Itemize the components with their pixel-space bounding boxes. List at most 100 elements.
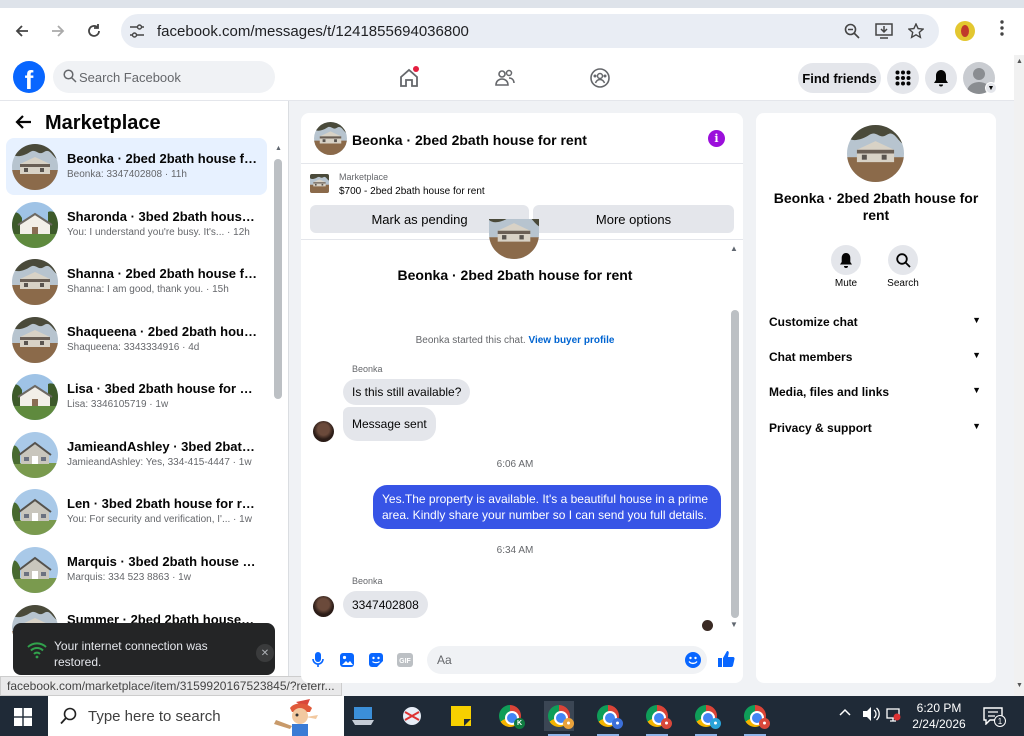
notification-count-badge: 1 — [994, 715, 1006, 727]
privacy-support-section[interactable]: Privacy & support ▼ — [769, 419, 983, 439]
contact-photo[interactable] — [847, 125, 904, 182]
scroll-up-icon[interactable]: ▲ — [730, 244, 738, 253]
conversation-sidebar: Marketplace Beonka · 2bed 2bath house fo… — [0, 101, 289, 696]
conversation-item[interactable]: Lisa · 3bed 2bath house for rent Lisa: 33… — [6, 368, 267, 425]
reload-icon[interactable] — [82, 19, 106, 43]
search-input[interactable] — [79, 61, 269, 93]
back-arrow-icon[interactable] — [14, 113, 32, 136]
conversation-item[interactable]: Marquis · 3bed 2bath house for... Marquis… — [6, 541, 267, 598]
more-options-button[interactable]: More options — [533, 205, 734, 233]
mute-button[interactable] — [831, 245, 861, 275]
message-timestamp: 6:06 AM — [496, 459, 534, 470]
windows-start-icon[interactable] — [14, 708, 32, 726]
incoming-message[interactable]: Is this still available? — [343, 379, 471, 405]
gif-icon[interactable]: GIF — [396, 651, 414, 669]
mute-label: Mute — [834, 278, 858, 289]
site-info-icon[interactable] — [127, 21, 147, 41]
listing-title[interactable]: $700 - 2bed 2bath house for rent — [339, 186, 485, 197]
conversation-item[interactable]: Beonka · 2bed 2bath house for ... Beonka:… — [6, 138, 267, 195]
taskbar-app-desktop-icon[interactable] — [348, 701, 378, 731]
browser-profile-icon[interactable] — [955, 21, 975, 41]
chat-members-section[interactable]: Chat members ▼ — [769, 348, 983, 368]
conversation-preview: You: I understand you're busy. It's... ·… — [67, 227, 250, 238]
listing-thumbnail — [12, 432, 58, 478]
scroll-down-icon[interactable]: ▼ — [1016, 682, 1023, 689]
view-buyer-profile-link[interactable]: View buyer profile — [528, 335, 614, 346]
sidebar-scrollbar[interactable] — [274, 159, 282, 399]
media-files-links-section[interactable]: Media, files and links ▼ — [769, 383, 983, 403]
customize-chat-section[interactable]: Customize chat ▼ — [769, 313, 983, 333]
conversation-name: Len · 3bed 2bath house for rent — [67, 496, 257, 511]
taskbar-app-chrome-icon[interactable]: ● — [740, 701, 770, 736]
find-friends-button[interactable]: Find friends — [798, 63, 881, 93]
close-icon[interactable]: ✕ — [256, 644, 274, 662]
page-scrollbar[interactable]: ▲ ▼ — [1014, 55, 1024, 696]
facebook-search[interactable] — [53, 61, 275, 93]
zoom-icon[interactable] — [842, 21, 862, 41]
sender-avatar[interactable] — [313, 421, 334, 442]
scroll-up-icon[interactable]: ▲ — [1016, 58, 1023, 65]
browser-menu-icon[interactable] — [994, 20, 1010, 42]
taskbar-search[interactable]: Type here to search — [48, 696, 344, 736]
outgoing-message[interactable]: Yes.The property is available. It's a be… — [373, 485, 721, 529]
forward-arrow-icon[interactable] — [46, 19, 70, 43]
message-input[interactable] — [437, 646, 677, 674]
sticker-icon[interactable] — [367, 651, 385, 669]
taskbar-app-chrome-active-icon[interactable]: ● — [544, 701, 574, 736]
chat-scrollbar[interactable] — [731, 310, 739, 618]
notifications-bell-icon[interactable] — [925, 62, 957, 94]
svg-text:GIF: GIF — [399, 658, 411, 665]
url-text[interactable]: facebook.com/messages/t/1241855694036800 — [157, 23, 469, 40]
taskbar-app-chrome-icon[interactable]: ● — [691, 701, 721, 736]
tray-chevron-up-icon[interactable] — [839, 706, 851, 720]
chat-window: Beonka · 2bed 2bath house for rent i Mar… — [301, 113, 743, 683]
message-input-field[interactable] — [427, 646, 707, 674]
conversation-item[interactable]: JamieandAshley · 3bed 2bath h... Jamieand… — [6, 426, 267, 483]
groups-icon[interactable] — [587, 65, 613, 91]
info-icon[interactable]: i — [708, 130, 725, 147]
incoming-message[interactable]: 3347402808 — [343, 591, 428, 618]
search-button[interactable] — [888, 245, 918, 275]
taskbar-app-chrome-icon[interactable]: ● — [593, 701, 623, 736]
install-app-icon[interactable] — [874, 21, 894, 41]
taskbar-app-sticky-notes-icon[interactable] — [446, 701, 476, 731]
scroll-down-icon[interactable]: ▼ — [730, 620, 738, 629]
microphone-icon[interactable] — [309, 651, 327, 669]
photo-icon[interactable] — [338, 651, 356, 669]
home-icon[interactable] — [396, 65, 422, 91]
back-arrow-icon[interactable] — [10, 19, 34, 43]
conversation-preview: Lisa: 3346105719 · 1w — [67, 399, 169, 410]
toast-message: Your internet connection was restored. — [54, 639, 208, 669]
address-bar[interactable]: facebook.com/messages/t/1241855694036800 — [121, 14, 939, 48]
facebook-header: f Find friends ▼ — [0, 55, 1014, 101]
conversation-item[interactable]: Shanna · 2bed 2bath house for ... Shanna:… — [6, 253, 267, 310]
conversation-name: Lisa · 3bed 2bath house for rent — [67, 381, 257, 396]
incoming-message[interactable]: Message sent — [343, 407, 436, 441]
emoji-icon[interactable] — [685, 652, 701, 668]
taskbar-clock[interactable]: 6:20 PM 2/24/2026 — [904, 700, 974, 732]
sender-avatar[interactable] — [313, 596, 334, 617]
friends-icon[interactable] — [492, 65, 518, 91]
thumbs-up-icon[interactable] — [716, 649, 736, 669]
chat-title[interactable]: Beonka · 2bed 2bath house for rent — [352, 132, 587, 148]
bookmark-star-icon[interactable] — [906, 21, 926, 41]
listing-thumbnail[interactable] — [310, 174, 329, 193]
windows-taskbar: Type here to search K ● ● ● ● ● 6:20 PM … — [0, 696, 1024, 736]
conversation-preview: JamieandAshley: Yes, 334-415-4447 · 1w — [67, 457, 252, 468]
listing-thumbnail — [12, 489, 58, 535]
taskbar-app-chrome-icon[interactable]: ● — [642, 701, 672, 736]
conversation-item[interactable]: Sharonda · 3bed 2bath house f... You: I u… — [6, 196, 267, 253]
facebook-logo[interactable]: f — [13, 61, 45, 93]
scroll-up-icon[interactable]: ▲ — [275, 145, 282, 152]
taskbar-app-snipping-icon[interactable] — [397, 701, 427, 731]
chevron-down-icon[interactable]: ▼ — [985, 82, 997, 94]
conversation-item[interactable]: Shaqueena · 2bed 2bath house ... Shaqueen… — [6, 311, 267, 368]
taskbar-app-chrome-icon[interactable]: K — [495, 701, 525, 731]
menu-grid-icon[interactable] — [887, 62, 919, 94]
message-composer: GIF — [301, 641, 743, 683]
conversation-item[interactable]: Len · 3bed 2bath house for rent You: For … — [6, 483, 267, 540]
chat-avatar[interactable] — [314, 122, 347, 155]
volume-icon[interactable] — [862, 706, 880, 725]
network-icon[interactable] — [885, 706, 901, 725]
chat-started-notice: Beonka started this chat. View buyer pro… — [301, 335, 729, 346]
